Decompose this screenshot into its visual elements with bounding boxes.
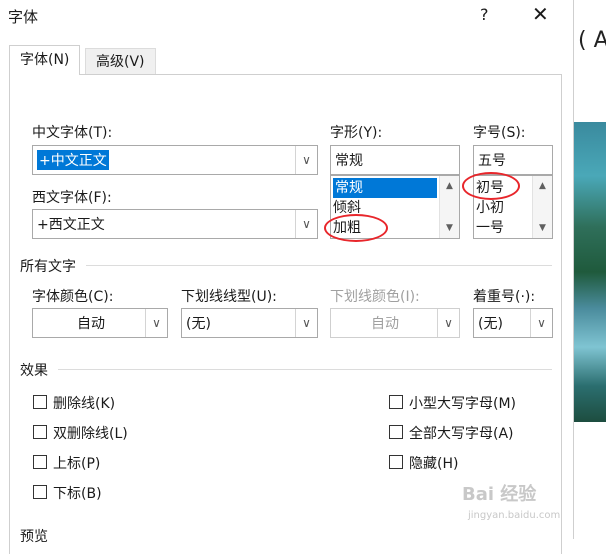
close-button[interactable]: ✕ [532,2,549,26]
font-size-label: 字号(S): [473,125,526,141]
annotation-ellipse [324,214,388,242]
scroll-down-icon[interactable]: ▼ [533,220,552,236]
underline-style-label: 下划线线型(U): [181,289,277,305]
divider [58,369,552,370]
underline-style-dropdown[interactable]: (无) ∨ [181,308,318,338]
divider [86,265,552,266]
all-text-section-title: 所有文字 [20,259,76,275]
list-item[interactable]: 一号 [476,218,504,238]
scroll-down-icon[interactable]: ▼ [440,220,459,236]
all-caps-checkbox[interactable] [389,425,403,439]
all-caps-label: 全部大写字母(A) [409,426,514,442]
background-text: ( A [578,28,606,53]
list-item[interactable]: 小初 [476,198,504,218]
western-font-combo[interactable]: +西文正文 ∨ [32,209,318,239]
emphasis-mark-dropdown[interactable]: (无) ∨ [473,308,553,338]
dialog-title: 字体 [8,8,39,26]
small-caps-checkbox[interactable] [389,395,403,409]
baidu-watermark-logo: Bai 经验 [462,484,537,505]
baidu-watermark-url: jingyan.baidu.com [468,510,561,521]
subscript-checkbox[interactable] [33,485,47,499]
font-size-value: 五号 [478,153,506,169]
subscript-label: 下标(B) [53,486,102,502]
font-size-input[interactable]: 五号 [473,145,553,175]
list-item[interactable]: 常规 [333,178,437,198]
double-strikethrough-checkbox[interactable] [33,425,47,439]
annotation-ellipse [462,172,520,200]
small-caps-label: 小型大写字母(M) [409,396,517,412]
underline-style-value: (无) [186,316,211,332]
emphasis-mark-label: 着重号(·): [473,289,536,305]
font-color-dropdown[interactable]: 自动 ∨ [32,308,168,338]
double-strikethrough-label: 双删除线(L) [53,426,128,442]
font-style-value: 常规 [335,153,363,169]
style-list-scrollbar[interactable]: ▲ ▼ [439,176,459,238]
font-dialog: 字体 ? ✕ 字体(N) 高级(V) 中文字体(T): +中文正文 ∨ 西文字体… [0,0,573,554]
emphasis-mark-value: (无) [478,316,503,332]
western-font-value: +西文正文 [37,217,105,233]
scroll-up-icon[interactable]: ▲ [440,178,459,194]
scroll-up-icon[interactable]: ▲ [533,178,552,194]
strikethrough-label: 删除线(K) [53,396,116,412]
effects-section-title: 效果 [20,363,48,379]
tab-font[interactable]: 字体(N) [9,45,81,75]
underline-color-dropdown: 自动 ∨ [330,308,460,338]
chinese-font-combo[interactable]: +中文正文 ∨ [32,145,318,175]
chinese-font-label: 中文字体(T): [32,125,113,141]
preview-section-title: 预览 [20,529,48,545]
hidden-checkbox[interactable] [389,455,403,469]
font-style-label: 字形(Y): [330,125,383,141]
western-font-label: 西文字体(F): [32,190,112,206]
chevron-down-icon[interactable]: ∨ [295,309,317,337]
font-style-input[interactable]: 常规 [330,145,460,175]
font-color-value: 自动 [77,316,105,332]
superscript-checkbox[interactable] [33,455,47,469]
chevron-down-icon[interactable]: ∨ [295,146,317,174]
chevron-down-icon[interactable]: ∨ [530,309,552,337]
tab-advanced[interactable]: 高级(V) [85,48,156,75]
background-waterfall-image [574,122,606,422]
chevron-down-icon: ∨ [437,309,459,337]
underline-color-value: 自动 [371,316,399,332]
font-color-label: 字体颜色(C): [32,289,114,305]
superscript-label: 上标(P) [53,456,101,472]
underline-color-label: 下划线颜色(I): [330,289,420,305]
size-list-scrollbar[interactable]: ▲ ▼ [532,176,552,238]
hidden-label: 隐藏(H) [409,456,459,472]
chevron-down-icon[interactable]: ∨ [295,210,317,238]
chevron-down-icon[interactable]: ∨ [145,309,167,337]
help-button[interactable]: ? [480,5,489,24]
strikethrough-checkbox[interactable] [33,395,47,409]
chinese-font-value: +中文正文 [37,150,109,170]
